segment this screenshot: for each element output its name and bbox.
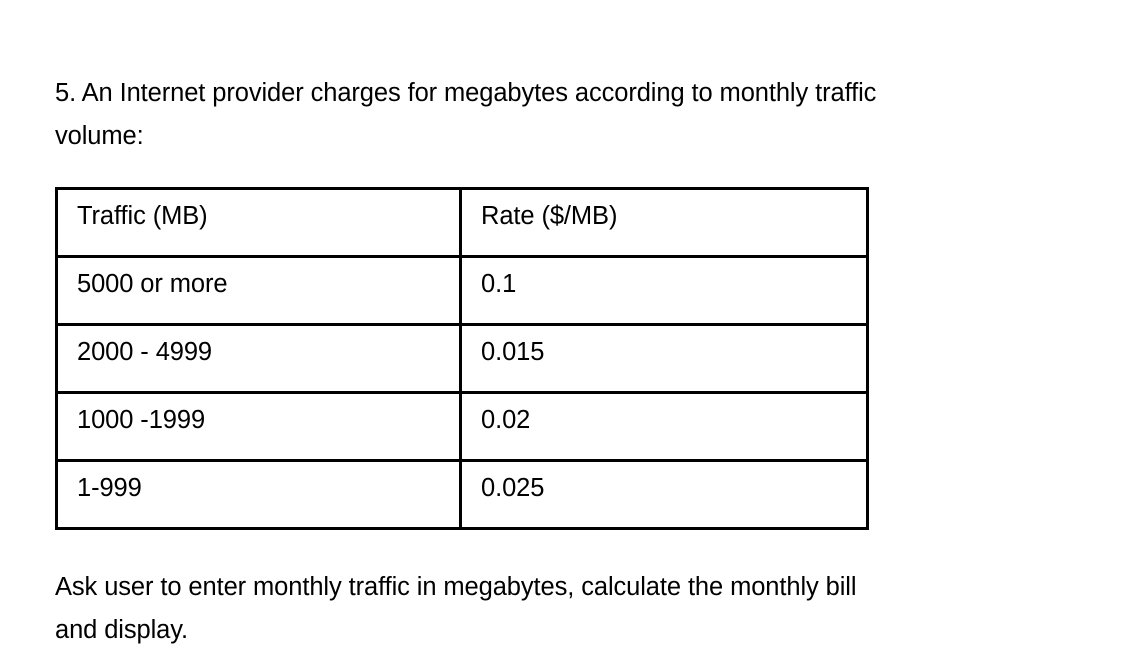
cell-rate: 0.02 xyxy=(459,391,869,462)
table-header-row: Traffic (MB) Rate ($/MB) xyxy=(55,187,869,258)
question-instruction: Ask user to enter monthly traffic in meg… xyxy=(55,566,1065,652)
prompt-line-2: volume: xyxy=(55,122,144,150)
cell-traffic: 5000 or more xyxy=(55,255,462,326)
table-row: 2000 - 4999 0.015 xyxy=(55,323,869,394)
table-row: 1-999 0.025 xyxy=(55,459,869,530)
cell-rate: 0.015 xyxy=(459,323,869,394)
cell-traffic: 1000 -1999 xyxy=(55,391,462,462)
rate-table: Traffic (MB) Rate ($/MB) 5000 or more 0.… xyxy=(55,187,869,530)
table-row: 5000 or more 0.1 xyxy=(55,255,869,326)
closing-line-2: and display. xyxy=(55,616,188,644)
cell-rate: 0.025 xyxy=(459,459,869,530)
cell-traffic: 2000 - 4999 xyxy=(55,323,462,394)
question-prompt: 5. An Internet provider charges for mega… xyxy=(55,72,1065,158)
cell-rate: 0.1 xyxy=(459,255,869,326)
closing-line-1: Ask user to enter monthly traffic in meg… xyxy=(55,573,857,601)
table-header-rate: Rate ($/MB) xyxy=(459,187,869,258)
prompt-line-1: 5. An Internet provider charges for mega… xyxy=(55,79,877,107)
table-header-traffic: Traffic (MB) xyxy=(55,187,462,258)
table-row: 1000 -1999 0.02 xyxy=(55,391,869,462)
cell-traffic: 1-999 xyxy=(55,459,462,530)
document-page: 5. An Internet provider charges for mega… xyxy=(0,0,1148,654)
